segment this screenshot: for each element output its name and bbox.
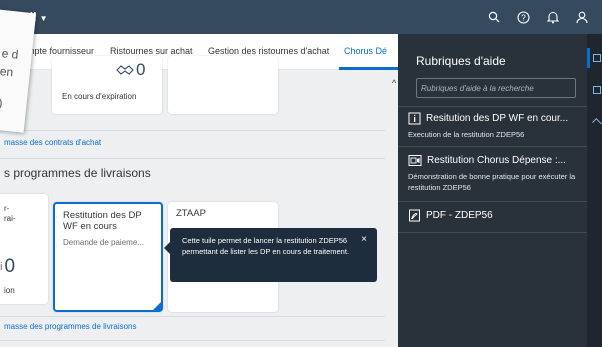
tooltip-text: Cette tuile permet de lancer la restitut… bbox=[182, 236, 350, 256]
bell-icon[interactable] bbox=[545, 9, 561, 25]
tile-expiring-contracts[interactable]: 0 En cours d'expiration bbox=[52, 56, 162, 114]
divider bbox=[398, 232, 587, 233]
tile-icon: i bbox=[0, 261, 3, 273]
tile-line: r- bbox=[4, 204, 10, 213]
help-icon[interactable]: ? bbox=[515, 9, 531, 25]
video-icon bbox=[408, 155, 422, 166]
divider bbox=[0, 130, 385, 131]
close-icon[interactable]: × bbox=[361, 234, 367, 245]
help-item-title: Resitution des DP WF en cour... bbox=[426, 113, 569, 124]
info-icon bbox=[408, 112, 421, 125]
help-item-title: PDF - ZDEP56 bbox=[426, 210, 493, 221]
rail-filter-icon[interactable] bbox=[592, 118, 602, 128]
divider bbox=[0, 340, 385, 341]
link-contracts-mass[interactable]: masse des contrats d'achat bbox=[4, 138, 101, 147]
tile-resize-corner bbox=[153, 302, 161, 310]
tile-tooltip: Cette tuile permet de lancer la restitut… bbox=[164, 228, 377, 282]
tile-footer: ion bbox=[4, 286, 15, 295]
help-panel-title: Rubriques d'aide bbox=[416, 54, 506, 68]
tile-subtitle: Demande de paieme... bbox=[63, 238, 144, 247]
tab-chorus[interactable]: Chorus Dé bbox=[344, 46, 387, 56]
handshake-icon bbox=[116, 65, 134, 75]
tile-line: rai- bbox=[4, 214, 16, 223]
side-rail bbox=[587, 34, 602, 347]
chevron-up-icon[interactable]: ^ bbox=[392, 78, 396, 88]
divider bbox=[398, 201, 587, 202]
sheet-fragment: e d bbox=[1, 46, 20, 62]
tile-title: ZTAAP bbox=[176, 208, 206, 219]
caret-down-icon: ▼ bbox=[39, 14, 48, 23]
pdf-icon bbox=[409, 209, 420, 222]
sheet-fragment: en bbox=[0, 64, 14, 80]
tile-title-line2: WF en cours bbox=[63, 221, 117, 232]
help-item-resitution[interactable]: Resitution des DP WF en cour... Executio… bbox=[408, 112, 580, 140]
help-item-desc: Execution de la restitution ZDEP56 bbox=[408, 130, 525, 139]
divider bbox=[398, 146, 587, 147]
search-icon[interactable] bbox=[486, 9, 502, 25]
tile-title-line1: Restitution des DP bbox=[63, 210, 142, 221]
tab-ristournes-achat[interactable]: Ristournes sur achat bbox=[110, 46, 193, 56]
rail-active-indicator bbox=[587, 48, 590, 68]
shell-bar: ccueil▼ ? bbox=[0, 0, 602, 34]
divider bbox=[0, 316, 385, 317]
divider bbox=[398, 106, 587, 107]
tile-restitution-dp[interactable]: Restitution des DP WF en cours Demande d… bbox=[53, 202, 163, 312]
screen: ccueil▼ ? ompte fournisseur Ristournes s… bbox=[0, 0, 602, 347]
user-icon[interactable] bbox=[574, 9, 590, 25]
help-search-input[interactable]: Rubriques d'aide à la recherche bbox=[416, 78, 576, 98]
tile-count: 0 bbox=[136, 60, 146, 79]
tile-label: En cours d'expiration bbox=[62, 92, 137, 101]
help-item-pdf[interactable]: PDF - ZDEP56 bbox=[408, 209, 580, 222]
launchpad-content: ^ 0 En cours d'expiration masse des cont… bbox=[0, 56, 398, 347]
tile-empty[interactable] bbox=[168, 56, 278, 114]
tile-count: 0 bbox=[4, 256, 16, 277]
tab-compte-fournisseur[interactable]: ompte fournisseur bbox=[22, 46, 94, 56]
tile-partial-left[interactable]: r- rai- i 0 ion bbox=[0, 194, 48, 304]
help-item-desc: Démonstration de bonne pratique pour exé… bbox=[408, 172, 576, 192]
tab-gestion-ristournes[interactable]: Gestion des ristournes d'achat bbox=[208, 46, 329, 56]
link-programs-mass[interactable]: masse des programmes de livraisons bbox=[4, 322, 137, 331]
help-item-title: Restitution Chorus Dépense :... bbox=[427, 155, 566, 166]
section-title-programs: s programmes de livraisons bbox=[4, 166, 151, 180]
divider bbox=[0, 158, 385, 159]
rail-chat-icon[interactable] bbox=[593, 86, 601, 94]
help-item-chorus-video[interactable]: Restitution Chorus Dépense :... Démonstr… bbox=[408, 154, 580, 193]
sheet-fragment: ) bbox=[0, 96, 4, 111]
svg-text:?: ? bbox=[521, 13, 526, 22]
help-panel: Rubriques d'aide Rubriques d'aide à la r… bbox=[398, 34, 587, 347]
rail-help-icon[interactable] bbox=[593, 54, 601, 62]
